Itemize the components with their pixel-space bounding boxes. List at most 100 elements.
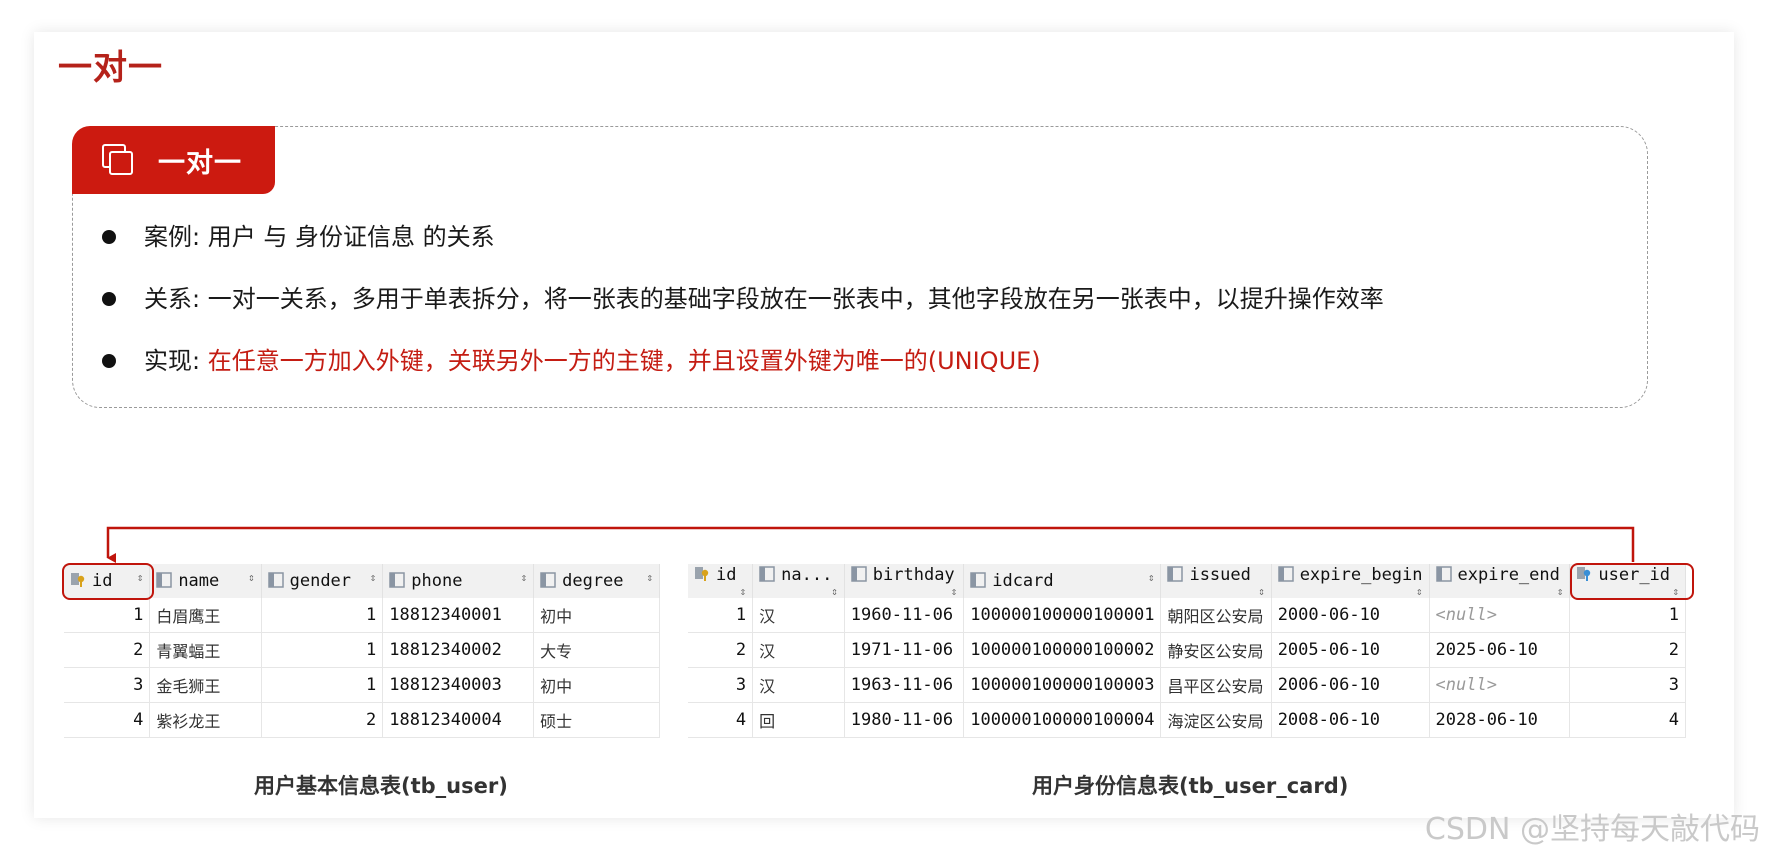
cell-nation[interactable]: 汉 — [752, 632, 845, 668]
column-header-expire-begin[interactable]: expire_begin ⇕ — [1271, 564, 1430, 598]
cell-name[interactable]: 白眉鹰王 — [149, 598, 262, 633]
cell-idcard[interactable]: 100000100000100001 — [963, 598, 1162, 633]
cell-nation[interactable]: 汉 — [752, 667, 845, 703]
cell-gender[interactable]: 1 — [261, 598, 384, 633]
column-icon — [759, 565, 775, 582]
cell-user-id[interactable]: 3 — [1569, 667, 1686, 703]
sort-icon[interactable]: ⇕ — [740, 585, 747, 598]
table-row[interactable]: 3 金毛狮王 1 18812340003 初中 — [64, 667, 660, 703]
column-icon — [540, 572, 556, 588]
column-header-birthday[interactable]: birthday ⇕ — [844, 564, 965, 598]
cell-id[interactable]: 2 — [688, 632, 754, 668]
column-label: birthday — [872, 564, 955, 585]
bullet-item: 案例: 用户 与 身份证信息 的关系 — [100, 222, 1384, 252]
sort-icon[interactable]: ⇕ — [1416, 585, 1423, 598]
column-header-id[interactable]: id ⇕ — [688, 564, 754, 598]
cell-birthday[interactable]: 1963-11-06 — [844, 667, 965, 703]
cell-expire-end[interactable]: <null> — [1429, 667, 1571, 703]
sort-icon[interactable]: ⇕ — [1258, 585, 1265, 598]
cell-phone[interactable]: 18812340002 — [382, 632, 535, 668]
cell-expire-begin[interactable]: 2005-06-10 — [1271, 632, 1430, 668]
cell-id[interactable]: 3 — [64, 667, 151, 703]
cell-user-id[interactable]: 2 — [1569, 632, 1686, 668]
cell-degree[interactable]: 硕士 — [533, 702, 660, 738]
table-row[interactable]: 3 汉 1963-11-06 100000100000100003 昌平区公安局… — [688, 667, 1686, 703]
bullet-prefix: 关系: — [144, 285, 208, 313]
cell-id[interactable]: 2 — [64, 632, 151, 668]
cell-gender[interactable]: 1 — [261, 632, 384, 668]
cell-expire-begin[interactable]: 2008-06-10 — [1271, 702, 1430, 738]
cell-issued[interactable]: 昌平区公安局 — [1160, 667, 1272, 703]
table-row[interactable]: 1 汉 1960-11-06 100000100000100001 朝阳区公安局… — [688, 598, 1686, 633]
cell-expire-end[interactable]: 2028-06-10 — [1429, 702, 1571, 738]
column-header-degree[interactable]: degree ⇕ — [533, 564, 660, 598]
column-header-expire-end[interactable]: expire_end ⇕ — [1429, 564, 1571, 598]
watermark: CSDN @坚持每天敲代码 — [1424, 812, 1760, 847]
cell-id[interactable]: 1 — [688, 598, 754, 633]
table-row[interactable]: 2 汉 1971-11-06 100000100000100002 静安区公安局… — [688, 632, 1686, 668]
cell-user-id[interactable]: 1 — [1569, 598, 1686, 633]
cell-user-id[interactable]: 4 — [1569, 702, 1686, 738]
cell-issued[interactable]: 朝阳区公安局 — [1160, 598, 1272, 633]
column-header-nation[interactable]: na... ⇕ — [752, 564, 845, 598]
cell-phone[interactable]: 18812340001 — [382, 598, 535, 633]
cell-expire-begin[interactable]: 2006-06-10 — [1271, 667, 1430, 703]
cell-phone[interactable]: 18812340004 — [382, 702, 535, 738]
cell-expire-end[interactable]: <null> — [1429, 598, 1571, 633]
cell-gender[interactable]: 2 — [261, 702, 384, 738]
user-id-highlight — [1570, 563, 1694, 600]
column-header-phone[interactable]: phone ⇕ — [382, 564, 535, 598]
cell-id[interactable]: 4 — [64, 702, 151, 738]
sort-icon[interactable]: ⇕ — [1557, 585, 1564, 598]
cell-id[interactable]: 3 — [688, 667, 754, 703]
column-icon — [851, 565, 867, 582]
cell-issued[interactable]: 静安区公安局 — [1160, 632, 1272, 668]
cell-degree[interactable]: 初中 — [533, 598, 660, 633]
column-header-idcard[interactable]: idcard ⇕ — [963, 564, 1162, 598]
cell-idcard[interactable]: 100000100000100004 — [963, 702, 1162, 738]
sort-icon[interactable]: ⇕ — [370, 571, 377, 584]
cell-id[interactable]: 1 — [64, 598, 151, 633]
primary-key-icon — [695, 566, 709, 581]
sort-icon[interactable]: ⇕ — [951, 585, 958, 598]
column-label: name — [178, 571, 220, 591]
cell-gender[interactable]: 1 — [261, 667, 384, 703]
cell-birthday[interactable]: 1971-11-06 — [844, 632, 965, 668]
table-row[interactable]: 4 紫衫龙王 2 18812340004 硕士 — [64, 702, 660, 738]
cell-name[interactable]: 紫衫龙王 — [149, 702, 262, 738]
table-row[interactable]: 1 白眉鹰王 1 18812340001 初中 — [64, 598, 660, 633]
cell-phone[interactable]: 18812340003 — [382, 667, 535, 703]
column-header-gender[interactable]: gender ⇕ — [261, 564, 384, 598]
table-row[interactable]: 4 回 1980-11-06 100000100000100004 海淀区公安局… — [688, 702, 1686, 738]
cell-nation[interactable]: 汉 — [752, 598, 845, 633]
tb-user-card-table: id ⇕ na... ⇕ birthday ⇕ idcard ⇕ issued ⇕ exp… — [688, 564, 1686, 738]
column-label: degree — [562, 571, 624, 591]
cell-issued[interactable]: 海淀区公安局 — [1160, 702, 1272, 738]
sort-icon[interactable]: ⇕ — [520, 571, 527, 584]
column-icon — [1435, 565, 1452, 582]
cell-expire-end[interactable]: 2025-06-10 — [1429, 632, 1571, 668]
cell-idcard[interactable]: 100000100000100002 — [963, 632, 1162, 668]
sort-icon[interactable]: ⇕ — [1148, 571, 1155, 584]
cell-idcard[interactable]: 100000100000100003 — [963, 667, 1162, 703]
column-icon — [156, 572, 173, 588]
cell-nation[interactable]: 回 — [752, 702, 845, 738]
sort-icon[interactable]: ⇕ — [831, 585, 838, 598]
bullet-prefix: 案例: — [144, 223, 208, 251]
cell-birthday[interactable]: 1980-11-06 — [844, 702, 965, 738]
cell-name[interactable]: 金毛狮王 — [149, 667, 262, 703]
cell-birthday[interactable]: 1960-11-06 — [844, 598, 965, 633]
cell-degree[interactable]: 大专 — [533, 632, 660, 668]
sort-icon[interactable]: ⇕ — [248, 571, 255, 584]
sort-icon[interactable]: ⇕ — [646, 571, 653, 584]
copy-icon — [102, 144, 133, 175]
table-row[interactable]: 2 青翼蝠王 1 18812340002 大专 — [64, 632, 660, 668]
cell-expire-begin[interactable]: 2000-06-10 — [1271, 598, 1430, 633]
column-header-name[interactable]: name ⇕ — [149, 564, 262, 598]
bullet-dot — [102, 292, 116, 306]
cell-degree[interactable]: 初中 — [533, 667, 660, 703]
cell-id[interactable]: 4 — [688, 702, 754, 738]
cell-name[interactable]: 青翼蝠王 — [149, 632, 262, 668]
column-header-issued[interactable]: issued ⇕ — [1160, 564, 1272, 598]
tb-user-caption: 用户基本信息表(tb_user) — [254, 774, 508, 798]
